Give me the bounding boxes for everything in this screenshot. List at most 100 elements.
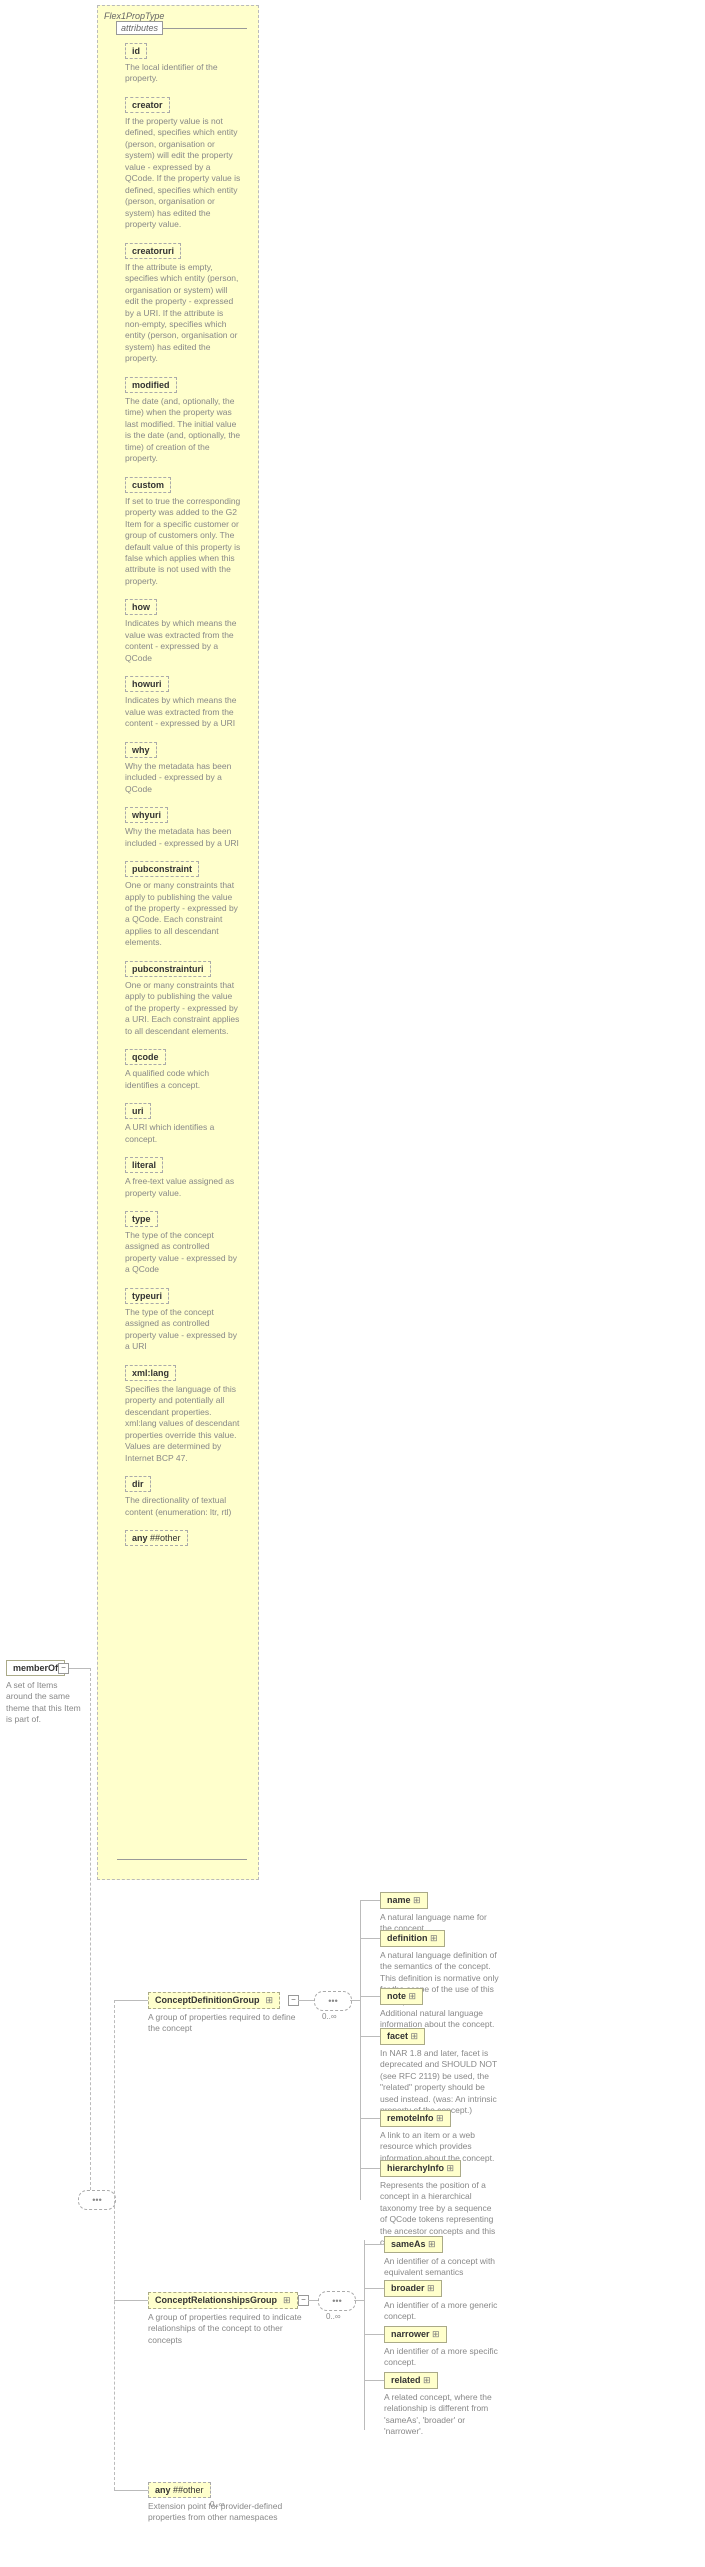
attribute-name[interactable]: dir [125,1476,151,1492]
group-definition-desc: A group of properties required to define… [148,2012,298,2035]
leaf-desc: In NAR 1.8 and later, facet is deprecate… [380,2048,500,2117]
diagram-canvas: Flex1PropType attributes idThe local ide… [0,0,705,2567]
attribute-desc: Indicates by which means the value was e… [125,695,241,729]
leaf-box[interactable]: remoteInfo [380,2110,451,2127]
connector [350,2000,360,2001]
leaf-box[interactable]: narrower [384,2326,447,2343]
connector [360,2118,380,2119]
connector [114,2000,148,2001]
attribute-desc: The local identifier of the property. [125,62,241,85]
leaf-box[interactable]: hierarchyInfo [380,2160,461,2177]
sequence-node-def: ••• [314,1991,352,2011]
connector [360,2168,380,2169]
occurrence-rel: 0..∞ [326,2312,341,2321]
attribute: pubconstraint One or many constraints tha… [125,861,241,949]
attribute: whyuriWhy the metadata has been included… [125,807,241,849]
leaf-name: nameA natural language name for the conc… [380,1892,500,1935]
leaf-box[interactable]: facet [380,2028,425,2045]
leaf-box[interactable]: sameAs [384,2236,443,2253]
attribute-desc: Why the metadata has been included - exp… [125,761,241,795]
leaf-sameAs: sameAs An identifier of a concept with eq… [384,2236,504,2279]
attributes-panel: attributes idThe local identifier of the… [117,28,247,1860]
connector [114,2300,148,2301]
connector [308,2300,318,2301]
leaf-facet: facet In NAR 1.8 and later, facet is depr… [380,2028,500,2117]
attribute-name[interactable]: id [125,43,147,59]
sequence-node-main: ••• [78,2190,116,2210]
attribute-name[interactable]: literal [125,1157,163,1173]
connector [364,2288,384,2289]
attributes-list: id The local identifier of the property. c… [117,43,247,1564]
attribute-any: any ##other [125,1530,241,1546]
group-definition: ConceptDefinitionGroup A group of proper… [148,1992,298,2035]
attribute-name[interactable]: typeuri [125,1288,169,1304]
leaf-box[interactable]: definition [380,1930,445,1947]
attribute: howIndicates by which means the value wa… [125,599,241,664]
attribute-desc: The type of the concept assigned as cont… [125,1307,241,1353]
connector [360,2036,380,2037]
leaf-related: relatedA related concept, where the rela… [384,2372,504,2438]
attribute-name[interactable]: creator [125,97,170,113]
leaf-desc: An identifier of a concept with equivale… [384,2256,504,2279]
connector [298,2000,314,2001]
leaf-remoteInfo: remoteInfoA link to an item or a web res… [380,2110,500,2164]
attribute-desc: A qualified code which identifies a conc… [125,1068,241,1091]
attribute-any-box[interactable]: any ##other [125,1530,188,1546]
attribute: qcode A qualified code which identifies a… [125,1049,241,1091]
attribute-name[interactable]: creatoruri [125,243,181,259]
group-relationships: ConceptRelationshipsGroup A group of pro… [148,2292,308,2346]
attribute: dirThe directionality of textual content… [125,1476,241,1518]
leaf-narrower: narrower An identifier of a more specific… [384,2326,504,2369]
connector [360,1900,361,2200]
attribute: custom If set to true the corresponding p… [125,477,241,588]
attribute-name[interactable]: uri [125,1103,151,1119]
attribute-name[interactable]: custom [125,477,171,493]
leaf-desc: An identifier of a more specific concept… [384,2346,504,2369]
connector [354,2300,364,2301]
expand-icon[interactable]: − [58,1663,69,1674]
attribute-name[interactable]: why [125,742,157,758]
leaf-box[interactable]: broader [384,2280,442,2297]
attribute-name[interactable]: modified [125,377,177,393]
attribute-name[interactable]: whyuri [125,807,168,823]
attribute: howuri Indicates by which means the value… [125,676,241,729]
leaf-box[interactable]: note [380,1988,423,2005]
attribute-desc: If the property value is not defined, sp… [125,116,241,231]
attribute-desc: One or many constraints that apply to pu… [125,980,241,1037]
attribute-name[interactable]: how [125,599,157,615]
leaf-desc: An identifier of a more generic concept. [384,2300,504,2323]
attribute: xml:langSpecifies the language of this p… [125,1365,241,1464]
leaf-box[interactable]: name [380,1892,428,1909]
attribute: type The type of the concept assigned as … [125,1211,241,1276]
group-relationships-desc: A group of properties required to indica… [148,2312,308,2346]
attribute-name[interactable]: pubconstraint [125,861,199,877]
attribute-desc: A URI which identifies a concept. [125,1122,241,1145]
attribute-name[interactable]: type [125,1211,158,1227]
connector [90,1668,91,2190]
attribute-desc: If the attribute is empty, specifies whi… [125,262,241,365]
connector [364,2380,384,2381]
group-definition-box[interactable]: ConceptDefinitionGroup [148,1992,280,2009]
sequence-node-rel: ••• [318,2291,356,2311]
attribute-name[interactable]: xml:lang [125,1365,176,1381]
occurrence-def: 0..∞ [322,2012,337,2021]
root-element[interactable]: memberOf [6,1660,65,1676]
leaf-box[interactable]: related [384,2372,438,2389]
connector [360,1900,380,1901]
attribute-desc: If set to true the corresponding propert… [125,496,241,588]
attribute-desc: One or many constraints that apply to pu… [125,880,241,949]
attribute-name[interactable]: howuri [125,676,169,692]
attribute-name[interactable]: qcode [125,1049,166,1065]
attribute-desc: The type of the concept assigned as cont… [125,1230,241,1276]
group-relationships-box[interactable]: ConceptRelationshipsGroup [148,2292,298,2309]
attribute-name[interactable]: pubconstrainturi [125,961,211,977]
attribute-desc: The date (and, optionally, the time) whe… [125,396,241,465]
attribute-desc: A free-text value assigned as property v… [125,1176,241,1199]
attributes-header: attributes [116,21,163,35]
attribute: why Why the metadata has been included - … [125,742,241,795]
attribute: pubconstrainturi One or many constraints … [125,961,241,1037]
connector [360,1938,380,1939]
connector [114,2000,115,2490]
any-element-box[interactable]: any ##other [148,2482,211,2498]
attribute: id The local identifier of the property. [125,43,241,85]
